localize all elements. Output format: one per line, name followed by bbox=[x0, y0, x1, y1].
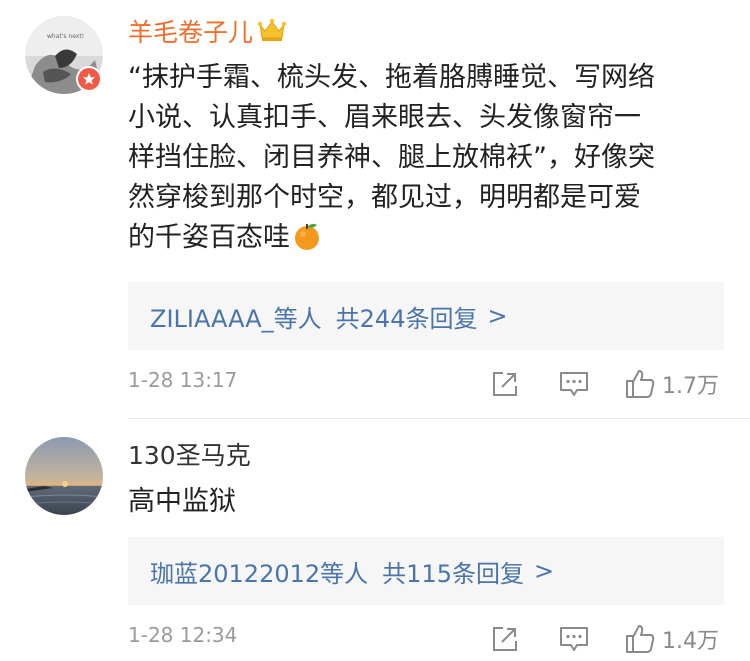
comment-item: what's next! 羊毛卷子儿 “抹护手霜、梳头发、拖着胳膊睡觉、写网络 … bbox=[0, 0, 750, 418]
chevron-right-icon: > bbox=[487, 302, 508, 330]
username-text[interactable]: 130圣马克 bbox=[128, 441, 251, 470]
comment-text-line: “抹护手霜、梳头发、拖着胳膊睡觉、写网络 bbox=[128, 62, 655, 93]
thumbs-up-icon bbox=[626, 625, 655, 653]
vip-crown-icon bbox=[257, 17, 287, 51]
sunset-sea-avatar[interactable] bbox=[25, 437, 103, 515]
reply-summary[interactable]: ZILIAAAA_等人 共244条回复 > bbox=[128, 282, 724, 350]
like-button[interactable]: 1.7万 bbox=[624, 364, 719, 404]
comment-text-line: 小说、认真扣手、眉来眼去、头发像窗帘一 bbox=[128, 102, 641, 133]
share-icon bbox=[493, 627, 517, 651]
comment-bubble-icon bbox=[560, 372, 588, 396]
like-button[interactable]: 1.4万 bbox=[624, 619, 719, 659]
share-button[interactable] bbox=[490, 364, 520, 404]
comment-text-line-last: 的千姿百态哇 bbox=[128, 218, 728, 263]
comment-meta: 1-28 12:34 1.4万 bbox=[128, 619, 724, 659]
comment-text: “抹护手霜、梳头发、拖着胳膊睡觉、写网络 小说、认真扣手、眉来眼去、头发像窗帘一… bbox=[128, 58, 728, 263]
comment-text: 高中监狱 bbox=[128, 482, 728, 522]
share-button[interactable] bbox=[490, 619, 520, 659]
comment-list: what's next! 羊毛卷子儿 “抹护手霜、梳头发、拖着胳膊睡觉、写网络 … bbox=[0, 0, 750, 661]
reply-count[interactable]: 共115条回复 bbox=[382, 554, 524, 589]
reply-users[interactable]: ZILIAAAA_等人 bbox=[150, 299, 322, 334]
comment-text-line: 样挡住脸、闭目养神、腿上放棉袄”，好像突 bbox=[128, 142, 655, 173]
comment-timestamp: 1-28 12:34 bbox=[128, 623, 238, 647]
reply-count[interactable]: 共244条回复 bbox=[336, 299, 478, 334]
like-count: 1.4万 bbox=[662, 629, 719, 654]
chevron-right-icon: > bbox=[533, 557, 555, 585]
orange-emoji-icon bbox=[292, 221, 322, 263]
share-icon bbox=[493, 372, 517, 396]
svg-text:what's next!: what's next! bbox=[47, 33, 84, 40]
comment-button[interactable] bbox=[558, 619, 590, 659]
reply-summary[interactable]: 珈蓝20122012等人 共115条回复 > bbox=[128, 537, 724, 605]
comment-bubble-icon bbox=[560, 627, 588, 651]
thumbs-up-icon bbox=[626, 370, 655, 398]
comment-text-line: 高中监狱 bbox=[128, 486, 236, 517]
comment-username[interactable]: 130圣马克 bbox=[128, 439, 251, 473]
comment-text-line: 然穿梭到那个时空，都见过，明明都是可爱 bbox=[128, 182, 641, 213]
verified-v-badge bbox=[76, 66, 102, 92]
comment-button[interactable] bbox=[558, 364, 590, 404]
comment-item: 130圣马克 高中监狱 珈蓝20122012等人 共115条回复 > 1-28 … bbox=[0, 419, 750, 661]
like-count: 1.7万 bbox=[662, 374, 719, 399]
comment-timestamp: 1-28 13:17 bbox=[128, 368, 238, 392]
reply-users[interactable]: 珈蓝20122012等人 bbox=[150, 554, 368, 589]
comment-meta: 1-28 13:17 1.7万 bbox=[128, 364, 724, 404]
comment-text-line: 的千姿百态哇 bbox=[128, 222, 290, 253]
comment-username[interactable]: 羊毛卷子儿 bbox=[128, 16, 287, 51]
username-text[interactable]: 羊毛卷子儿 bbox=[128, 18, 253, 47]
